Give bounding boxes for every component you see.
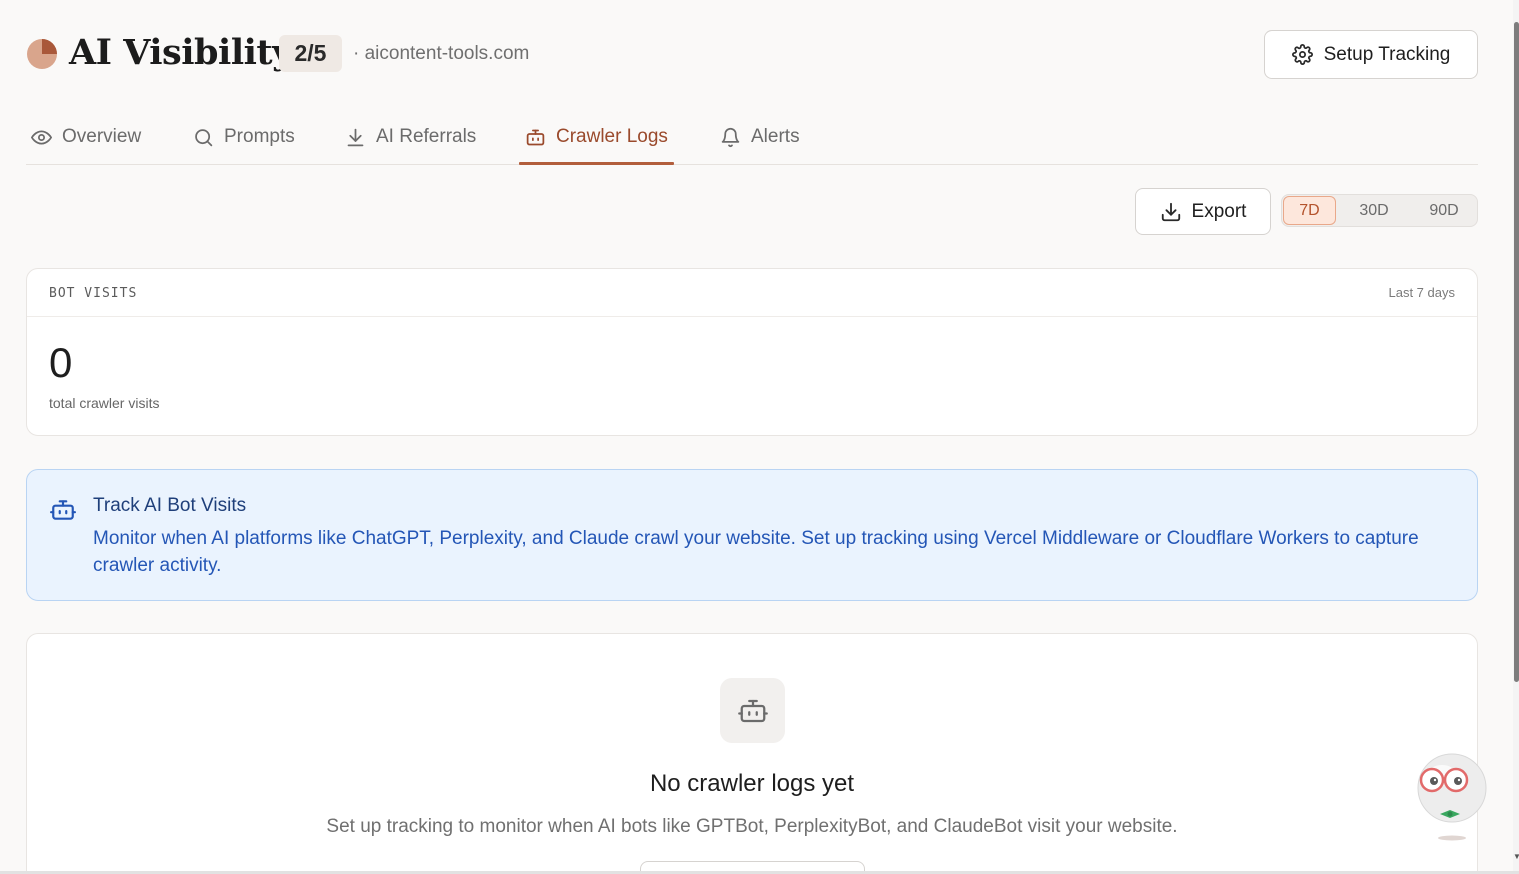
tab-bar: Overview Prompts AI Referrals Crawler Lo…: [26, 116, 1478, 165]
scroll-down-arrow-icon[interactable]: ▼: [1513, 852, 1519, 861]
tab-label: AI Referrals: [376, 126, 477, 147]
range-option-30d[interactable]: 30D: [1348, 196, 1400, 225]
gear-icon: [1291, 44, 1313, 65]
bot-icon: [50, 497, 76, 523]
bot-visits-value: 0: [49, 339, 73, 386]
export-button[interactable]: Export: [1135, 188, 1271, 235]
bell-icon: [720, 127, 741, 148]
tab-prompts[interactable]: Prompts: [193, 116, 295, 164]
bot-icon: [737, 696, 768, 726]
tab-label: Alerts: [751, 126, 800, 147]
page-title: AI Visibility: [69, 32, 292, 73]
date-range-selector: 7D 30D 90D: [1281, 194, 1478, 227]
pie-chart-icon: [26, 38, 58, 70]
setup-tracking-button[interactable]: Setup Tracking: [1264, 30, 1478, 79]
setup-tracking-label: Setup Tracking: [1323, 43, 1451, 65]
tab-ai-referrals[interactable]: AI Referrals: [345, 116, 476, 164]
tab-alerts[interactable]: Alerts: [720, 116, 800, 164]
empty-state-card: No crawler logs yet Set up tracking to m…: [26, 633, 1478, 874]
scrollbar-thumb[interactable]: [1514, 22, 1519, 682]
download-icon: [1160, 201, 1182, 223]
banner-text: Monitor when AI platforms like ChatGPT, …: [93, 528, 1419, 576]
assistant-mascot-button[interactable]: [1412, 752, 1490, 842]
empty-state-text: Set up tracking to monitor when AI bots …: [326, 816, 1178, 837]
empty-state-title: No crawler logs yet: [649, 770, 855, 797]
export-label: Export: [1191, 200, 1247, 222]
search-icon: [193, 127, 214, 148]
page-header: AI Visibility 2/5 · aicontent-tools.com …: [26, 30, 1478, 80]
step-badge: 2/5: [279, 35, 342, 72]
card-label: BOT VISITS: [49, 286, 138, 301]
bot-visits-card: BOT VISITS Last 7 days 0 total crawler v…: [26, 268, 1478, 436]
info-banner: Track AI Bot Visits Monitor when AI plat…: [26, 469, 1478, 601]
tab-label: Prompts: [224, 126, 295, 147]
tab-label: Crawler Logs: [556, 126, 668, 147]
empty-state-icon-box: [720, 678, 785, 743]
tab-label: Overview: [62, 126, 142, 147]
scrollbar[interactable]: ▼: [1513, 0, 1519, 874]
banner-title: Track AI Bot Visits: [93, 495, 247, 516]
range-option-90d[interactable]: 90D: [1418, 196, 1470, 225]
download-arrow-icon: [345, 127, 366, 148]
range-option-7d[interactable]: 7D: [1283, 196, 1336, 225]
eye-icon: [31, 127, 52, 148]
bot-visits-sublabel: total crawler visits: [49, 395, 160, 411]
domain-label: · aicontent-tools.com: [353, 43, 530, 64]
tab-crawler-logs[interactable]: Crawler Logs: [519, 116, 674, 165]
tab-overview[interactable]: Overview: [31, 116, 141, 164]
bot-icon: [525, 127, 546, 148]
card-header: BOT VISITS Last 7 days: [27, 269, 1477, 317]
card-range: Last 7 days: [1388, 285, 1456, 300]
